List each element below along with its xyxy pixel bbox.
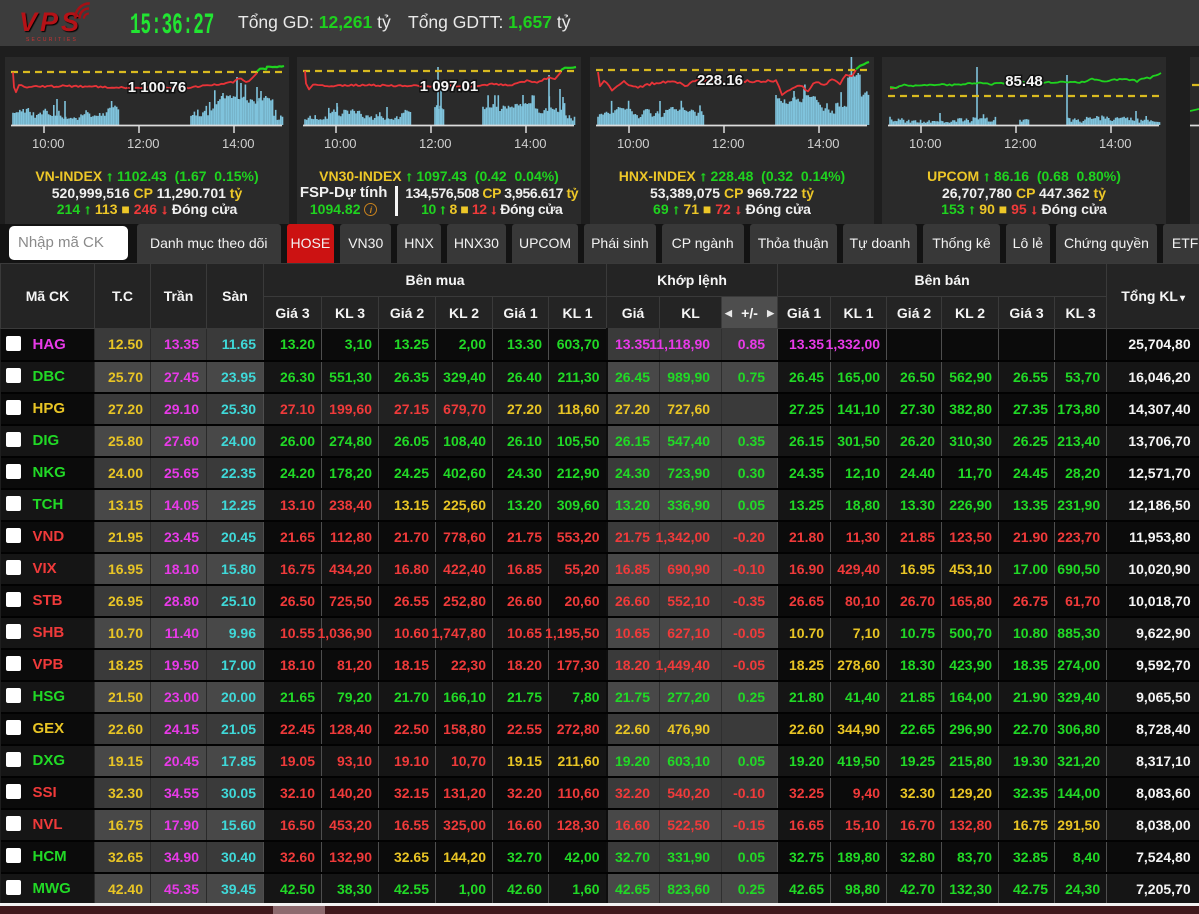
svg-text:228.16: 228.16 bbox=[697, 72, 743, 89]
svg-text:1 100.76: 1 100.76 bbox=[128, 79, 186, 96]
svg-text:85.48: 85.48 bbox=[1005, 73, 1043, 90]
svg-text:1 097.01: 1 097.01 bbox=[420, 78, 478, 95]
